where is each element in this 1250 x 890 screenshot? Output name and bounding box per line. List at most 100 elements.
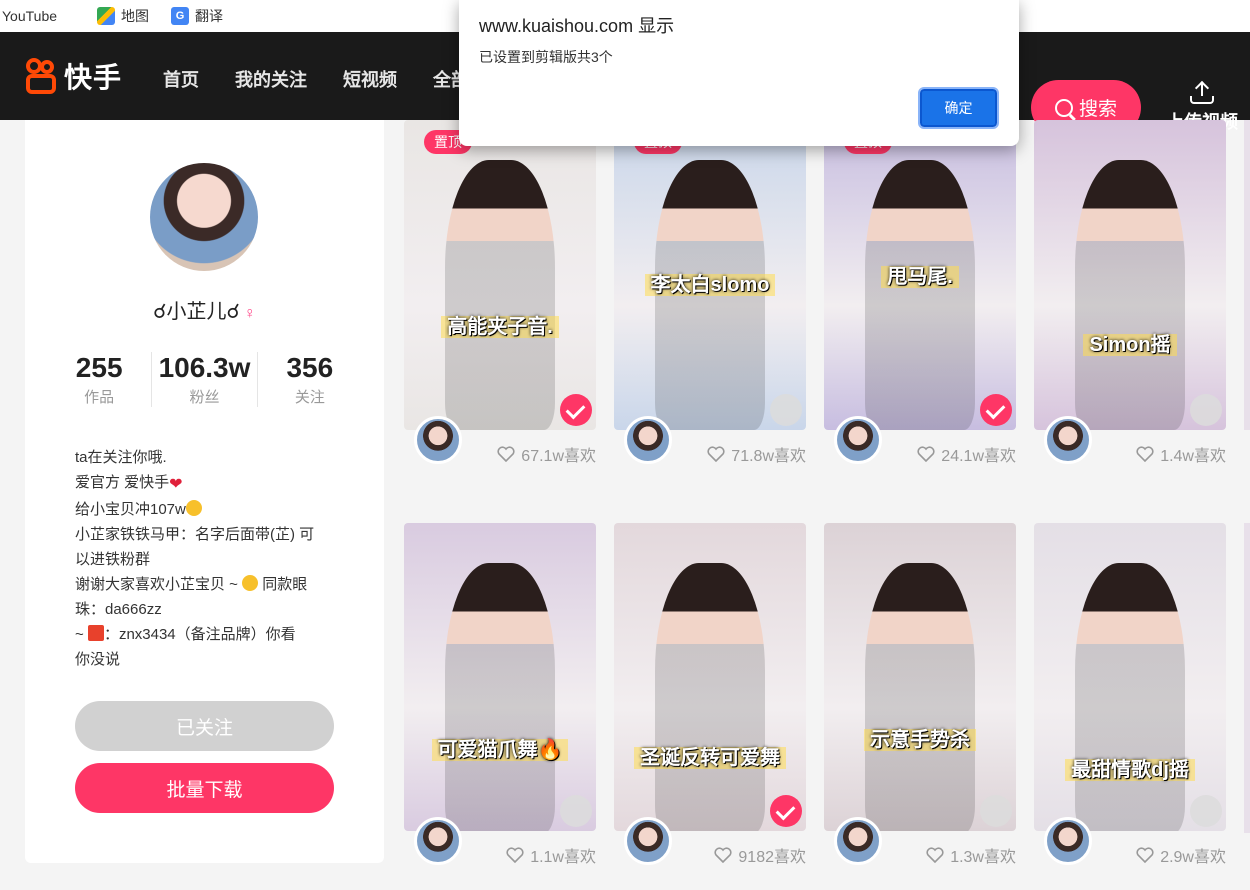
- stat-label: 作品: [84, 389, 115, 406]
- select-checkbox[interactable]: [560, 795, 592, 827]
- heart-outline-icon[interactable]: [506, 847, 524, 863]
- video-thumbnail[interactable]: 置顶李太白slomo: [614, 120, 806, 430]
- like-count: 1.3w喜欢: [926, 843, 1016, 867]
- video-card[interactable]: 置顶甩马尾. 24.1w喜欢: [824, 120, 1016, 482]
- author-avatar[interactable]: [1044, 416, 1092, 464]
- selected-check-icon[interactable]: [560, 394, 592, 426]
- female-icon: ♀: [243, 305, 256, 322]
- video-caption: 高能夹子音.: [404, 310, 596, 339]
- like-count: 71.8w喜欢: [707, 442, 806, 466]
- heart-emoji-icon: ❤: [169, 476, 183, 493]
- batch-download-button[interactable]: 批量下载: [75, 763, 334, 813]
- video-thumbnail[interactable]: 最甜情歌dj摇: [1034, 523, 1226, 831]
- profile-sidebar: ☌小芷儿☌ ♀ 255 作品 106.3w 粉丝 356 关注 ta在关注你哦. …: [25, 120, 384, 863]
- bio-line: 给小宝贝冲107w: [75, 497, 345, 522]
- video-card-footer: 24.1w喜欢: [824, 416, 1016, 482]
- select-checkbox[interactable]: [1190, 795, 1222, 827]
- author-avatar[interactable]: [414, 416, 462, 464]
- video-card[interactable]: Simon摇 1.4w喜欢: [1034, 120, 1226, 482]
- search-label: 搜索: [1078, 99, 1117, 120]
- profile-stats: 255 作品 106.3w 粉丝 356 关注: [47, 352, 362, 407]
- followed-button[interactable]: 已关注: [75, 701, 334, 751]
- stat-fans[interactable]: 106.3w 粉丝: [151, 352, 256, 407]
- pleading-face-emoji-icon: [185, 500, 202, 516]
- stat-following[interactable]: 356 关注: [256, 352, 362, 407]
- like-count: 9182喜欢: [714, 843, 806, 867]
- heart-outline-icon[interactable]: [714, 847, 732, 863]
- like-count: 67.1w喜欢: [497, 442, 596, 466]
- like-count: 2.9w喜欢: [1136, 843, 1226, 867]
- video-thumbnail[interactable]: 圣诞反转可爱舞: [614, 523, 806, 831]
- author-avatar[interactable]: [624, 817, 672, 865]
- heart-outline-icon[interactable]: [1136, 446, 1154, 462]
- next-card-edge: [1244, 523, 1250, 833]
- video-person-figure: [655, 563, 765, 831]
- dialog-message: 已设置到剪辑版共3个: [479, 49, 613, 65]
- logo-text: 快手: [64, 62, 123, 93]
- video-thumbnail[interactable]: 置顶 高能夹子音.: [404, 120, 596, 430]
- stat-value: 106.3w: [158, 352, 251, 383]
- author-avatar[interactable]: [414, 817, 462, 865]
- video-caption: 甩马尾.: [824, 260, 1016, 289]
- video-card[interactable]: 置顶李太白slomo 71.8w喜欢: [614, 120, 806, 482]
- avatar[interactable]: [150, 163, 258, 271]
- video-card[interactable]: 圣诞反转可爱舞 9182喜欢: [614, 523, 806, 883]
- video-caption: Simon摇: [1034, 328, 1226, 357]
- author-avatar[interactable]: [624, 416, 672, 464]
- video-card[interactable]: 最甜情歌dj摇 2.9w喜欢: [1034, 523, 1226, 883]
- video-person-figure: [865, 563, 975, 831]
- author-avatar[interactable]: [834, 817, 882, 865]
- nav-home[interactable]: 首页: [163, 66, 199, 92]
- upload-icon: [1190, 80, 1214, 104]
- video-card[interactable]: 可爱猫爪舞🔥 1.1w喜欢: [404, 523, 596, 883]
- bookmark-maps[interactable]: 地图: [97, 6, 149, 26]
- video-thumbnail[interactable]: Simon摇: [1034, 120, 1226, 430]
- heart-outline-icon[interactable]: [917, 446, 935, 462]
- video-card[interactable]: 示意手势杀 1.3w喜欢: [824, 523, 1016, 883]
- select-checkbox[interactable]: [1190, 394, 1222, 426]
- bio-line: 以进铁粉群: [75, 551, 151, 568]
- nav-short-video[interactable]: 短视频: [343, 66, 397, 92]
- video-caption: 可爱猫爪舞🔥: [404, 733, 596, 762]
- bookmark-translate[interactable]: G 翻译: [171, 6, 223, 26]
- bookmark-youtube[interactable]: YouTube: [2, 8, 57, 24]
- kiss-face-emoji-icon: [242, 575, 259, 591]
- stat-label: 关注: [294, 389, 325, 406]
- video-person-figure: [865, 160, 975, 430]
- profile-bio: ta在关注你哦. 爱官方 爱快手❤ 给小宝贝冲107w 小芷家铁铁马甲：名字后面…: [75, 445, 345, 672]
- author-avatar[interactable]: [1044, 817, 1092, 865]
- video-person-figure: [445, 160, 555, 430]
- nav-following[interactable]: 我的关注: [235, 66, 307, 92]
- dialog-ok-button[interactable]: 确定: [918, 87, 999, 129]
- like-count: 1.4w喜欢: [1136, 442, 1226, 466]
- stat-works[interactable]: 255 作品: [47, 352, 151, 407]
- stat-value: 356: [286, 352, 334, 383]
- bio-line: ~ ：znx3434（备注品牌）你看: [75, 625, 296, 643]
- video-person-figure: [1075, 563, 1185, 831]
- select-checkbox[interactable]: [770, 394, 802, 426]
- video-person-figure: [445, 563, 555, 831]
- heart-outline-icon[interactable]: [1136, 847, 1154, 863]
- profile-name-row: ☌小芷儿☌ ♀: [25, 295, 384, 324]
- video-thumbnail[interactable]: 置顶甩马尾.: [824, 120, 1016, 430]
- selected-check-icon[interactable]: [770, 795, 802, 827]
- video-card-footer: 9182喜欢: [614, 817, 806, 883]
- kuaishou-logo-icon: [24, 58, 60, 94]
- bio-line: 你没说: [75, 651, 121, 668]
- heart-outline-icon[interactable]: [926, 847, 944, 863]
- video-card-footer: 1.1w喜欢: [404, 817, 596, 883]
- video-card[interactable]: 置顶 高能夹子音. 67.1w喜欢: [404, 120, 596, 482]
- select-checkbox[interactable]: [980, 795, 1012, 827]
- bio-line: ta在关注你哦.: [75, 449, 167, 466]
- like-count: 24.1w喜欢: [917, 442, 1016, 466]
- heart-outline-icon[interactable]: [497, 446, 515, 462]
- video-caption: 圣诞反转可爱舞: [614, 741, 806, 770]
- selected-check-icon[interactable]: [980, 394, 1012, 426]
- author-avatar[interactable]: [834, 416, 882, 464]
- site-logo[interactable]: 快手: [24, 56, 122, 96]
- red-square-emoji-icon: [87, 625, 104, 641]
- heart-outline-icon[interactable]: [707, 446, 725, 462]
- video-thumbnail[interactable]: 示意手势杀: [824, 523, 1016, 831]
- video-card-footer: 1.3w喜欢: [824, 817, 1016, 883]
- video-thumbnail[interactable]: 可爱猫爪舞🔥: [404, 523, 596, 831]
